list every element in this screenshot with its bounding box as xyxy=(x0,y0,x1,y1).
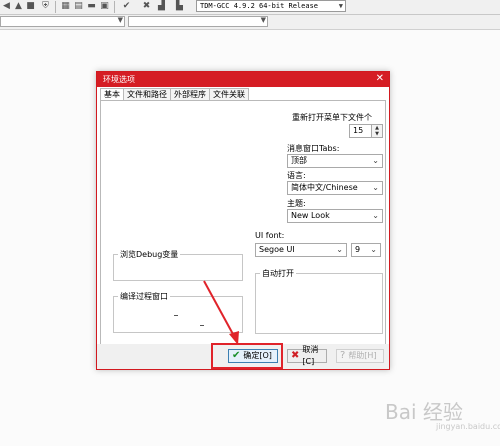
highlight-box xyxy=(211,343,283,369)
baidu-watermark-url: jingyan.baidu.com xyxy=(436,422,500,431)
arrow-line xyxy=(203,280,235,337)
baidu-watermark: Bai 经验 xyxy=(385,400,463,424)
annotation-arrow xyxy=(203,280,239,345)
